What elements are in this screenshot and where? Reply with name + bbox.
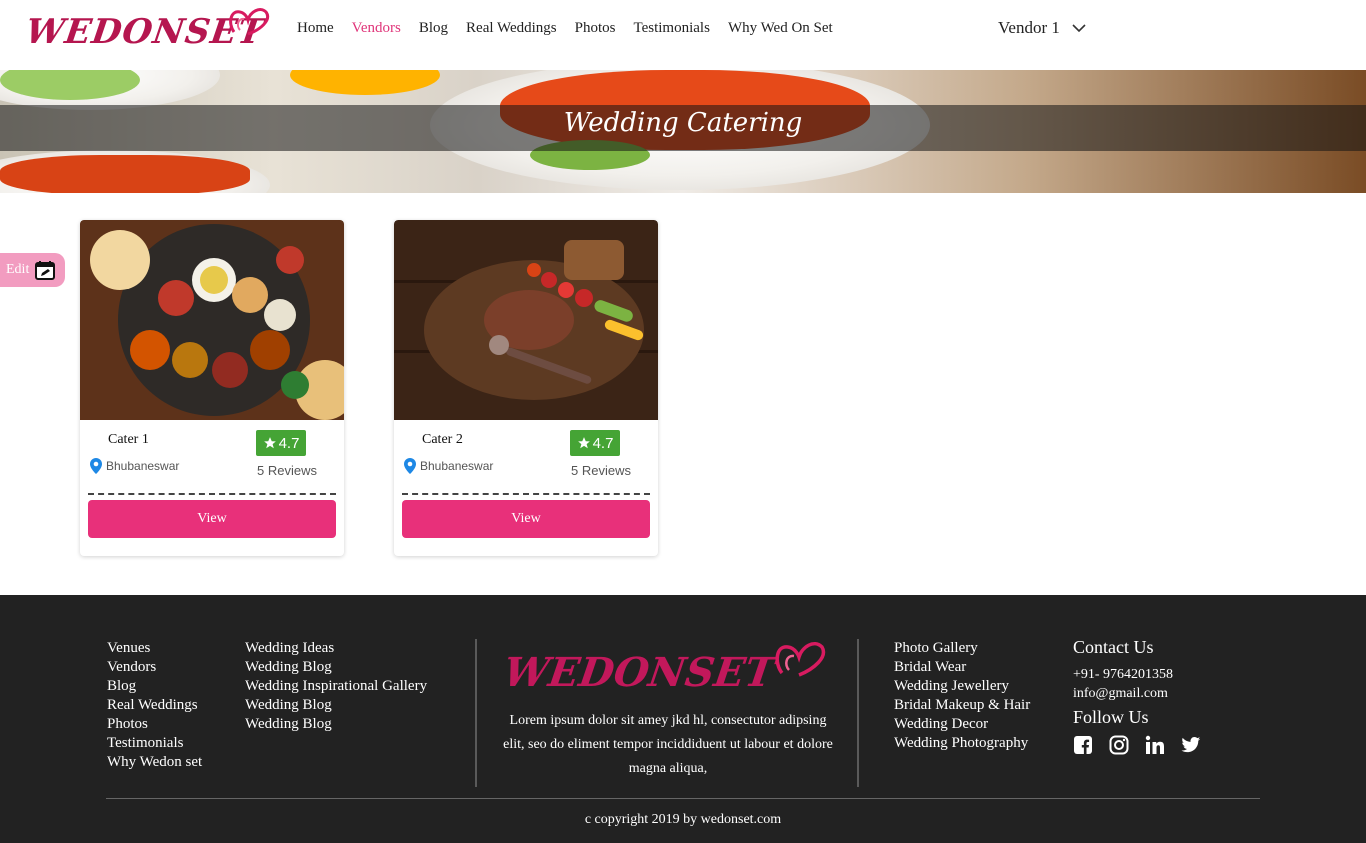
edit-label: Edit (6, 262, 30, 277)
footer-link[interactable]: Testimonials (107, 734, 202, 753)
footer-links-main: Venues Vendors Blog Real Weddings Photos… (107, 639, 202, 772)
vendor-location: Bhubaneswar (90, 458, 179, 474)
site-footer: Venues Vendors Blog Real Weddings Photos… (0, 595, 1366, 843)
nav-photos[interactable]: Photos (575, 20, 616, 37)
footer-link[interactable]: Photo Gallery (894, 639, 1030, 658)
banner-food (0, 155, 250, 193)
footer-links-ideas: Wedding Ideas Wedding Blog Wedding Inspi… (245, 639, 427, 734)
rating-badge: 4.7 (256, 430, 306, 456)
hero-banner: Wedding Catering (0, 70, 1366, 193)
footer-link[interactable]: Vendors (107, 658, 202, 677)
footer-divider (475, 639, 477, 787)
star-icon (263, 437, 276, 449)
food-photo (80, 220, 344, 420)
footer-link[interactable]: Wedding Ideas (245, 639, 427, 658)
footer-description: Lorem ipsum dolor sit amey jkd hl, conse… (503, 713, 833, 776)
footer-link[interactable]: Wedding Decor (894, 715, 1030, 734)
view-button[interactable]: View (88, 500, 336, 538)
location-pin-icon (404, 458, 416, 474)
footer-logo-text: WEDONSET (500, 649, 778, 696)
footer-link[interactable]: Blog (107, 677, 202, 696)
location-text: Bhubaneswar (106, 459, 180, 473)
location-text: Bhubaneswar (420, 459, 494, 473)
contact-email[interactable]: info@gmail.com (1073, 686, 1168, 702)
site-header: WEDONSET Home Vendors Blog Real Weddings… (0, 0, 1366, 70)
user-menu-label: Vendor 1 (998, 18, 1060, 37)
page-title: Wedding Catering (563, 108, 803, 138)
footer-link[interactable]: Wedding Photography (894, 734, 1030, 753)
nav-why-wed-on-set[interactable]: Why Wed On Set (728, 20, 833, 37)
rating-badge: 4.7 (570, 430, 620, 456)
footer-link[interactable]: Bridal Makeup & Hair (894, 696, 1030, 715)
review-count[interactable]: 5 Reviews (571, 463, 631, 478)
nav-testimonials[interactable]: Testimonials (633, 20, 709, 37)
vendor-location: Bhubaneswar (404, 458, 493, 474)
edit-button[interactable]: Edit (0, 253, 65, 287)
banner-food (290, 70, 440, 95)
vendor-image[interactable] (394, 220, 658, 420)
rating-value: 4.7 (592, 434, 614, 452)
footer-link[interactable]: Real Weddings (107, 696, 202, 715)
nav-real-weddings[interactable]: Real Weddings (466, 20, 557, 37)
footer-link[interactable]: Wedding Blog (245, 658, 427, 677)
user-menu[interactable]: Vendor 1 (998, 18, 1086, 38)
rating-value: 4.7 (278, 434, 300, 452)
divider (88, 493, 336, 495)
footer-link[interactable]: Wedding Blog (245, 715, 427, 734)
footer-link[interactable]: Why Wedon set (107, 753, 202, 772)
vendor-name[interactable]: Cater 2 (422, 432, 463, 448)
facebook-icon[interactable] (1073, 735, 1093, 755)
view-button[interactable]: View (402, 500, 650, 538)
vendor-card: Cater 1 Bhubaneswar 4.7 5 Reviews View (80, 220, 344, 556)
edit-calendar-icon (35, 261, 56, 280)
divider (402, 493, 650, 495)
heart-logo-icon (775, 642, 826, 677)
footer-links-gallery: Photo Gallery Bridal Wear Wedding Jewell… (894, 639, 1030, 753)
footer-link[interactable]: Venues (107, 639, 202, 658)
main-nav: Home Vendors Blog Real Weddings Photos T… (297, 20, 833, 37)
location-pin-icon (90, 458, 102, 474)
heart-logo-icon (229, 8, 269, 36)
nav-blog[interactable]: Blog (419, 20, 448, 37)
instagram-icon[interactable] (1109, 735, 1129, 755)
food-photo (394, 220, 658, 420)
footer-link[interactable]: Wedding Jewellery (894, 677, 1030, 696)
nav-home[interactable]: Home (297, 20, 334, 37)
twitter-icon[interactable] (1181, 735, 1201, 755)
contact-heading: Contact Us (1073, 637, 1154, 657)
footer-link[interactable]: Photos (107, 715, 202, 734)
linkedin-icon[interactable] (1145, 735, 1165, 755)
vendor-name[interactable]: Cater 1 (108, 432, 149, 448)
contact-phone[interactable]: +91- 9764201358 (1073, 667, 1173, 683)
footer-logo[interactable]: WEDONSET (500, 635, 834, 705)
vendor-image[interactable] (80, 220, 344, 420)
vendor-card: Cater 2 Bhubaneswar 4.7 5 Reviews View (394, 220, 658, 556)
footer-divider (857, 639, 859, 787)
review-count[interactable]: 5 Reviews (257, 463, 317, 478)
star-icon (577, 437, 590, 449)
copyright-text: c copyright 2019 by wedonset.com (584, 812, 782, 827)
footer-rule (106, 798, 1260, 799)
footer-link[interactable]: Wedding Inspirational Gallery (245, 677, 427, 696)
footer-link[interactable]: Bridal Wear (894, 658, 1030, 677)
follow-heading: Follow Us (1073, 707, 1149, 727)
social-links (1073, 735, 1201, 755)
footer-link[interactable]: Wedding Blog (245, 696, 427, 715)
nav-vendors[interactable]: Vendors (352, 20, 401, 37)
site-logo[interactable]: WEDONSET (23, 4, 276, 60)
chevron-down-icon (1072, 23, 1086, 32)
